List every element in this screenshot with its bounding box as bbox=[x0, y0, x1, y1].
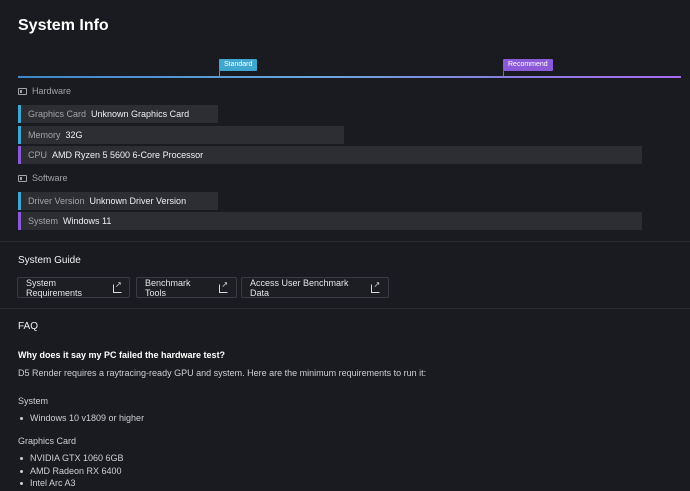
list-item-text: Intel Arc A3 bbox=[30, 478, 76, 488]
graphics-card-row: Graphics Card Unknown Graphics Card bbox=[18, 105, 218, 123]
system-guide-title: System Guide bbox=[18, 255, 81, 266]
bullet-icon bbox=[20, 481, 23, 485]
driver-version-key: Driver Version bbox=[28, 196, 85, 206]
list-item: AMD Radeon RX 6400 bbox=[20, 466, 122, 476]
divider bbox=[0, 308, 690, 309]
divider bbox=[0, 241, 690, 242]
system-key: System bbox=[28, 216, 59, 226]
memory-value: 32G bbox=[65, 130, 83, 140]
software-section-label: Software bbox=[18, 173, 68, 183]
system-requirements-label: System Requirements bbox=[26, 277, 83, 298]
system-heading: System bbox=[18, 396, 49, 406]
user-benchmark-data-button[interactable]: Access User Benchmark Data bbox=[241, 277, 389, 298]
cpu-value: AMD Ryzen 5 5600 6-Core Processor bbox=[52, 150, 204, 160]
benchmark-tools-button[interactable]: Benchmark Tools bbox=[136, 277, 237, 298]
software-icon bbox=[18, 174, 27, 182]
list-item: Windows 10 v1809 or higher bbox=[20, 413, 144, 423]
faq-title: FAQ bbox=[18, 321, 39, 332]
external-link-icon bbox=[219, 280, 228, 293]
external-link-icon bbox=[371, 280, 380, 293]
bullet-icon bbox=[20, 456, 23, 460]
system-requirements-button[interactable]: System Requirements bbox=[17, 277, 130, 298]
hardware-section-label: Hardware bbox=[18, 86, 71, 96]
faq-answer: D5 Render requires a raytracing-ready GP… bbox=[18, 368, 427, 378]
benchmark-tools-label: Benchmark Tools bbox=[145, 277, 191, 298]
memory-row: Memory 32G bbox=[18, 126, 344, 144]
cpu-key: CPU bbox=[28, 150, 48, 160]
list-item: Intel Arc A3 bbox=[20, 478, 76, 488]
software-label-text: Software bbox=[32, 173, 68, 183]
standard-tag: Standard bbox=[219, 59, 258, 71]
list-item-text: NVIDIA GTX 1060 6GB bbox=[30, 453, 124, 463]
graphics-card-value: Unknown Graphics Card bbox=[91, 109, 190, 119]
list-item-text: AMD Radeon RX 6400 bbox=[30, 466, 122, 476]
graphics-card-heading: Graphics Card bbox=[18, 436, 77, 446]
faq-question: Why does it say my PC failed the hardwar… bbox=[18, 350, 226, 360]
recommend-tag: Recommend bbox=[503, 59, 553, 71]
list-item: NVIDIA GTX 1060 6GB bbox=[20, 453, 124, 463]
bullet-icon bbox=[20, 416, 23, 420]
graphics-card-key: Graphics Card bbox=[28, 109, 87, 119]
user-benchmark-data-label: Access User Benchmark Data bbox=[250, 277, 349, 298]
hardware-icon bbox=[18, 87, 27, 95]
performance-scale bbox=[18, 76, 681, 78]
system-value: Windows 11 bbox=[63, 216, 112, 226]
external-link-icon bbox=[112, 280, 123, 293]
list-item-text: Windows 10 v1809 or higher bbox=[30, 413, 145, 423]
driver-version-row: Driver Version Unknown Driver Version bbox=[18, 192, 218, 210]
driver-version-value: Unknown Driver Version bbox=[89, 196, 187, 206]
hardware-label-text: Hardware bbox=[32, 86, 72, 96]
page-title: System Info bbox=[18, 17, 109, 34]
bullet-icon bbox=[20, 469, 23, 473]
system-row: System Windows 11 bbox=[18, 212, 642, 230]
memory-key: Memory bbox=[28, 130, 61, 140]
cpu-row: CPU AMD Ryzen 5 5600 6-Core Processor bbox=[18, 146, 642, 164]
